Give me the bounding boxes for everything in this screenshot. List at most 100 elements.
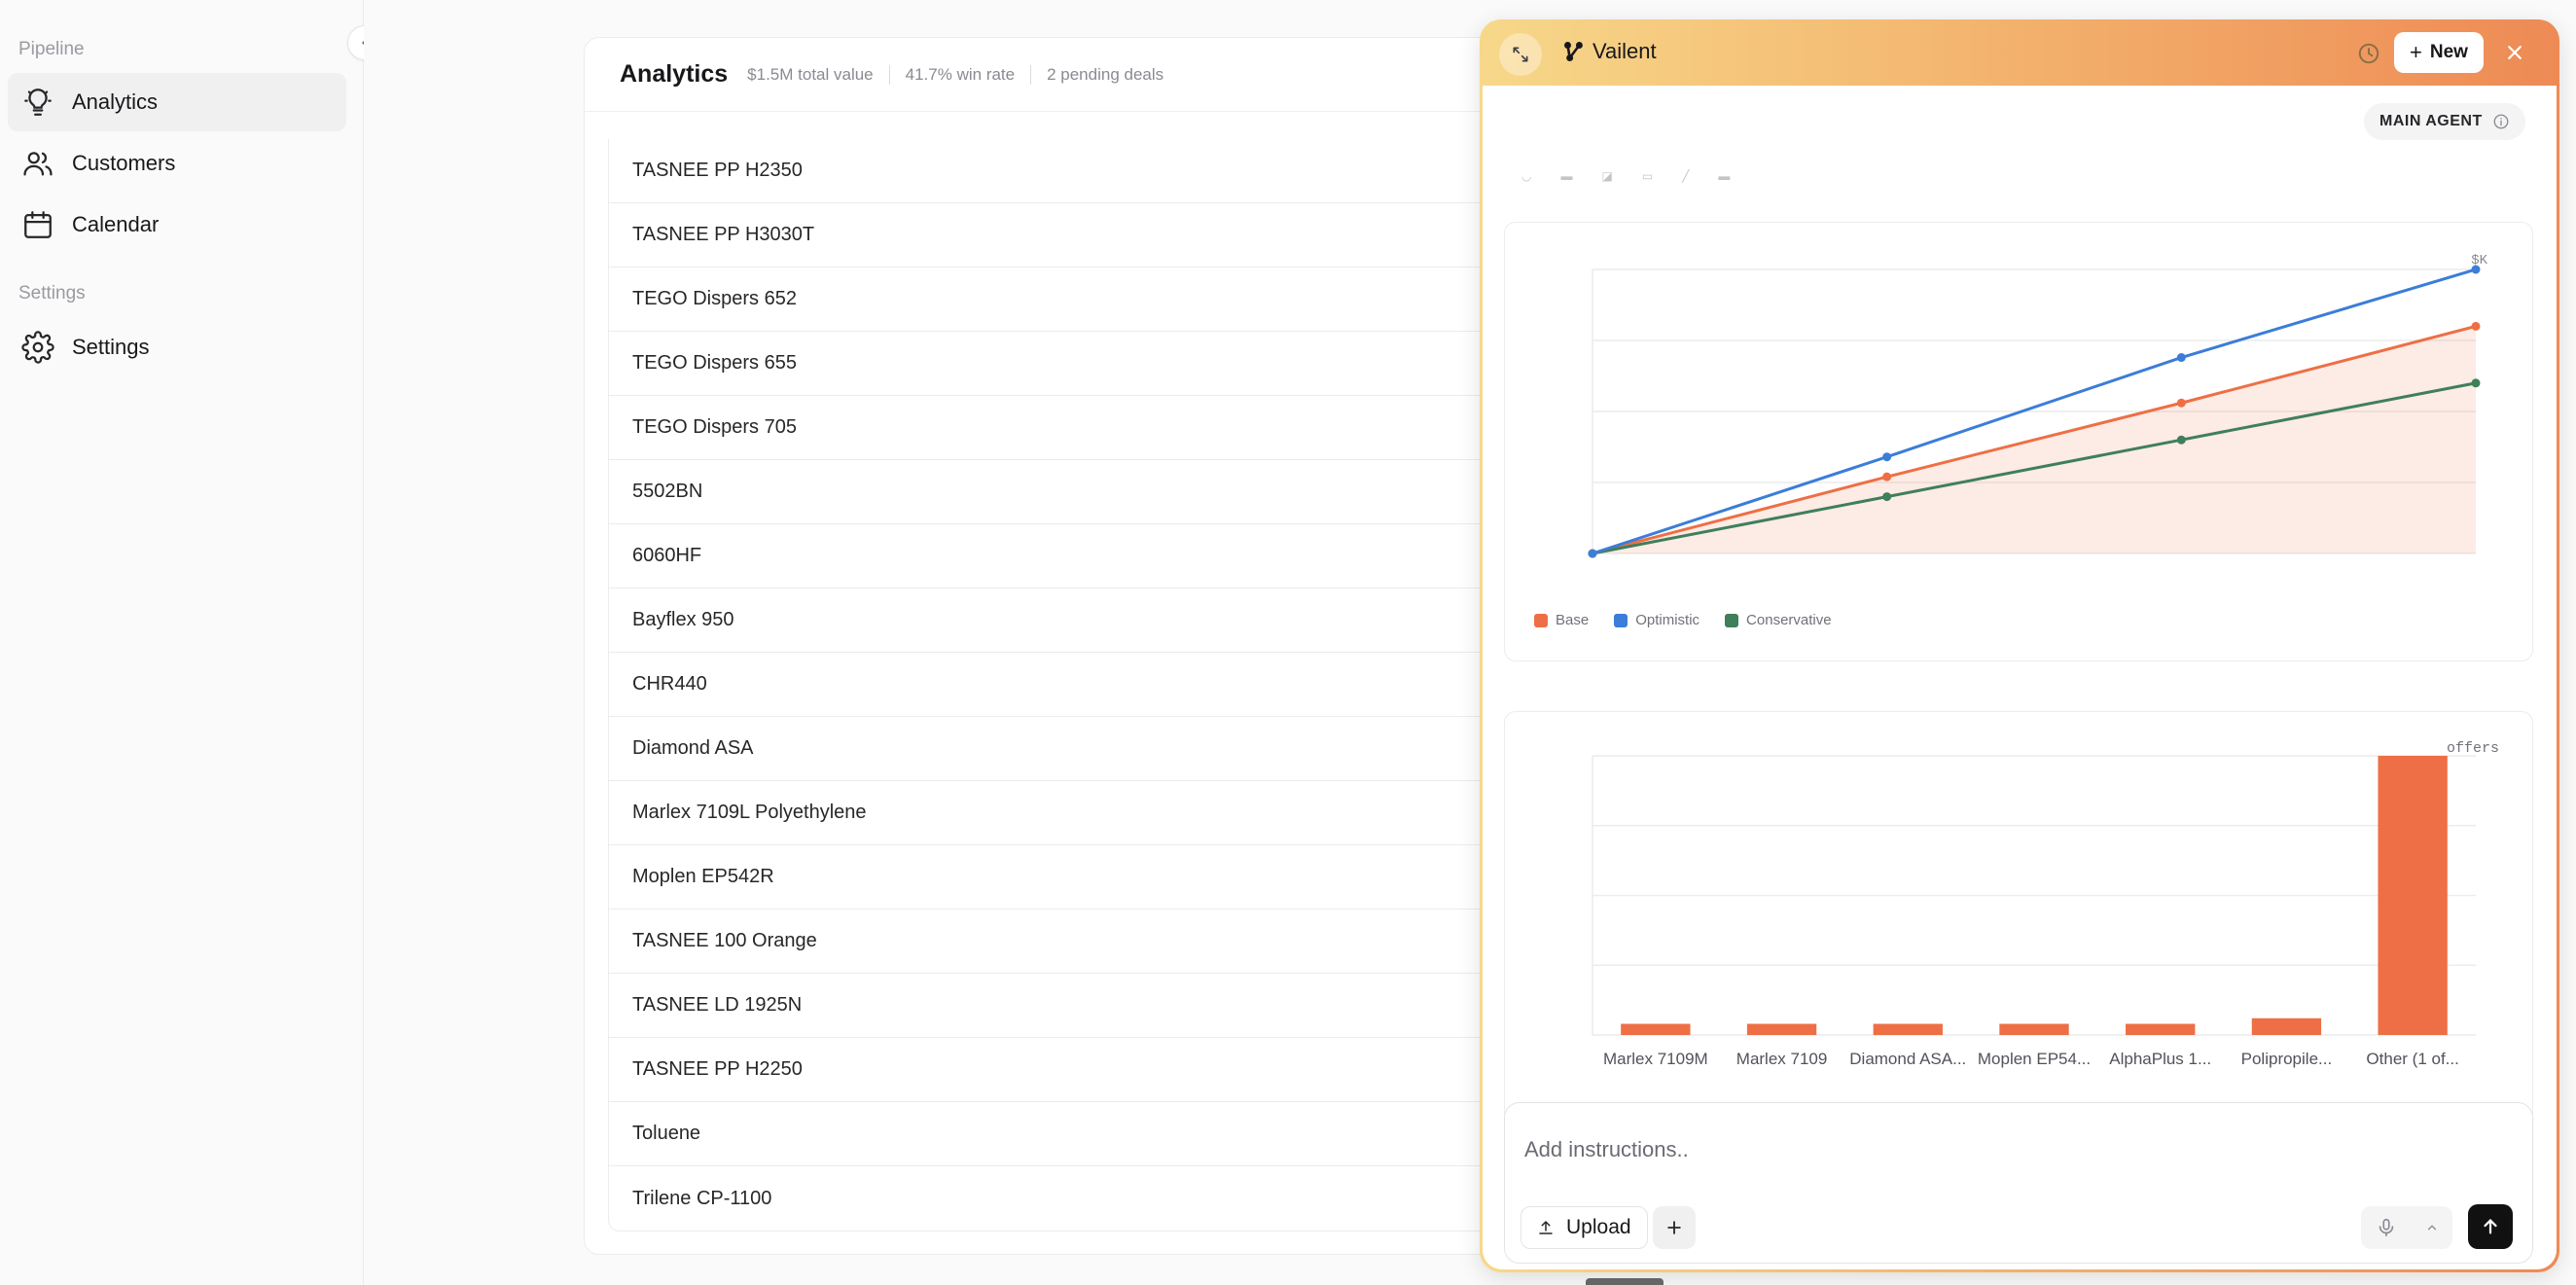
product-name: CHR440 (632, 673, 707, 695)
x-tick-label: Marlex 7109M (1603, 1050, 1708, 1068)
agent-badge-label: MAIN AGENT (2379, 113, 2483, 129)
sidebar-item-analytics[interactable]: Analytics (8, 73, 346, 131)
product-name: 5502BN (632, 481, 703, 502)
toolbar-remnant: ◡ ▬ ◪ ▭ ╱ ▬ (1521, 169, 1730, 183)
bar (2378, 756, 2448, 1035)
product-name: TASNEE PP H2350 (632, 160, 803, 181)
product-name: Bayflex 950 (632, 609, 734, 630)
page-title: Analytics (620, 60, 729, 88)
agent-badge[interactable]: MAIN AGENT (2364, 103, 2525, 140)
faint-icon: ▭ (1641, 169, 1654, 183)
data-point (1588, 549, 1597, 558)
expand-button[interactable] (1499, 33, 1542, 76)
bar-chart-svg: offers Marlex 7109M Marlex 7109 Diamond ASA… (1592, 740, 2499, 1068)
data-point (1882, 452, 1892, 462)
x-tick-label: Moplen EP54... (1978, 1050, 2091, 1068)
line-chart-svg: $K (1588, 253, 2488, 558)
product-name: TEGO Dispers 655 (632, 352, 797, 374)
upload-icon (1539, 1220, 1553, 1234)
sidebar-item-label: Calendar (72, 212, 160, 236)
legend-swatch (1534, 613, 1548, 627)
legend-label: Base (1556, 612, 1590, 628)
scroll-handle[interactable] (1586, 1278, 1664, 1285)
upload-button[interactable]: Upload (1521, 1206, 1648, 1249)
lightbulb-icon (24, 89, 52, 116)
chevron-up-icon[interactable] (2425, 1221, 2439, 1234)
sidebar-item-calendar[interactable]: Calendar (8, 196, 346, 254)
brand-name: Vailent (1592, 39, 1657, 63)
sidebar-item-label: Analytics (72, 89, 159, 114)
agent-header: Vailent + New (1480, 19, 2559, 86)
faint-icon: ▬ (1560, 169, 1573, 183)
data-point (1882, 492, 1892, 502)
product-name: Toluene (632, 1123, 701, 1144)
expand-icon (1513, 47, 1528, 62)
product-name: Trilene CP-1100 (632, 1187, 772, 1209)
product-name: TASNEE PP H3030T (632, 224, 815, 245)
faint-icon: ◪ (1601, 169, 1613, 183)
history-icon[interactable] (2356, 41, 2381, 66)
faint-icon: ▬ (1718, 169, 1731, 183)
offers-bar-chart: offers Marlex 7109M Marlex 7109 Diamond ASA… (1504, 711, 2533, 1159)
total-value: $1.5M total value (747, 64, 874, 84)
bar (1621, 1023, 1691, 1035)
product-name: Moplen EP542R (632, 866, 774, 887)
data-point (2471, 265, 2481, 274)
bar (2251, 1017, 2322, 1035)
sidebar-group-settings: Settings (18, 283, 86, 303)
new-chat-button[interactable]: + New (2394, 32, 2484, 73)
info-icon (2493, 114, 2509, 129)
brand: Vailent (1561, 39, 1657, 64)
legend-label: Optimistic (1635, 612, 1700, 628)
voice-input-group (2361, 1206, 2452, 1249)
x-tick-label: Marlex 7109 (1736, 1050, 1828, 1068)
divider (1030, 64, 1032, 85)
agent-body: MAIN AGENT ◡ ▬ ◪ ▭ ╱ ▬ $K Base Optimistic… (1483, 86, 2557, 1269)
users-icon (23, 152, 53, 176)
arrow-up-icon (2484, 1219, 2497, 1234)
bar (1746, 1023, 1817, 1035)
sidebar-item-customers[interactable]: Customers (8, 134, 346, 193)
data-point (2471, 378, 2481, 388)
x-tick-label: Polipropile... (2241, 1050, 2333, 1068)
legend-item-base[interactable]: Base (1534, 612, 1589, 628)
vailent-logo-icon (1564, 42, 1583, 61)
sidebar-item-settings[interactable]: Settings (8, 318, 346, 376)
pending-deals: 2 pending deals (1047, 64, 1164, 84)
composer: Upload (1504, 1102, 2533, 1264)
add-attachment-button[interactable] (1653, 1206, 1696, 1249)
new-label: New (2429, 42, 2468, 62)
product-name: TEGO Dispers 652 (632, 288, 797, 309)
microphone-icon[interactable] (2376, 1217, 2397, 1238)
product-name: TASNEE PP H2250 (632, 1058, 803, 1080)
bar (1999, 1023, 2069, 1035)
product-name: Marlex 7109L Polyethylene (632, 802, 867, 823)
instructions-input[interactable] (1524, 1130, 2497, 1169)
faint-icon: ╱ (1682, 169, 1690, 183)
data-point (1882, 472, 1892, 482)
data-point (2471, 321, 2481, 331)
x-tick-label: AlphaPlus 1... (2109, 1050, 2211, 1068)
legend-label: Conservative (1746, 612, 1832, 628)
legend-item-conservative[interactable]: Conservative (1725, 612, 1832, 628)
send-button[interactable] (2468, 1204, 2513, 1249)
plus-icon: + (2410, 40, 2422, 64)
legend-swatch (1614, 613, 1628, 627)
close-button[interactable] (2501, 39, 2528, 66)
win-rate: 41.7% win rate (905, 64, 1016, 84)
product-name: Diamond ASA (632, 737, 754, 759)
legend-item-optimistic[interactable]: Optimistic (1614, 612, 1699, 628)
sidebar-group-pipeline: Pipeline (18, 39, 85, 59)
plus-icon (1667, 1221, 1681, 1234)
legend-swatch (1725, 613, 1739, 627)
x-tick-label: Other (1 of... (2366, 1050, 2458, 1068)
x-tick-label: Diamond ASA... (1849, 1050, 1966, 1068)
calendar-icon (24, 211, 52, 238)
agent-panel: Vailent + New MAIN AGENT ◡ ▬ ◪ ▭ ╱ ▬ $K … (1480, 19, 2559, 1272)
product-name: TEGO Dispers 705 (632, 416, 797, 438)
chart-legend: Base Optimistic Conservative (1534, 612, 1832, 628)
gear-icon (21, 331, 54, 364)
forecast-line-chart: $K Base Optimistic Conservative (1504, 222, 2533, 661)
product-name: TASNEE LD 1925N (632, 994, 803, 1016)
data-point (2176, 398, 2186, 408)
